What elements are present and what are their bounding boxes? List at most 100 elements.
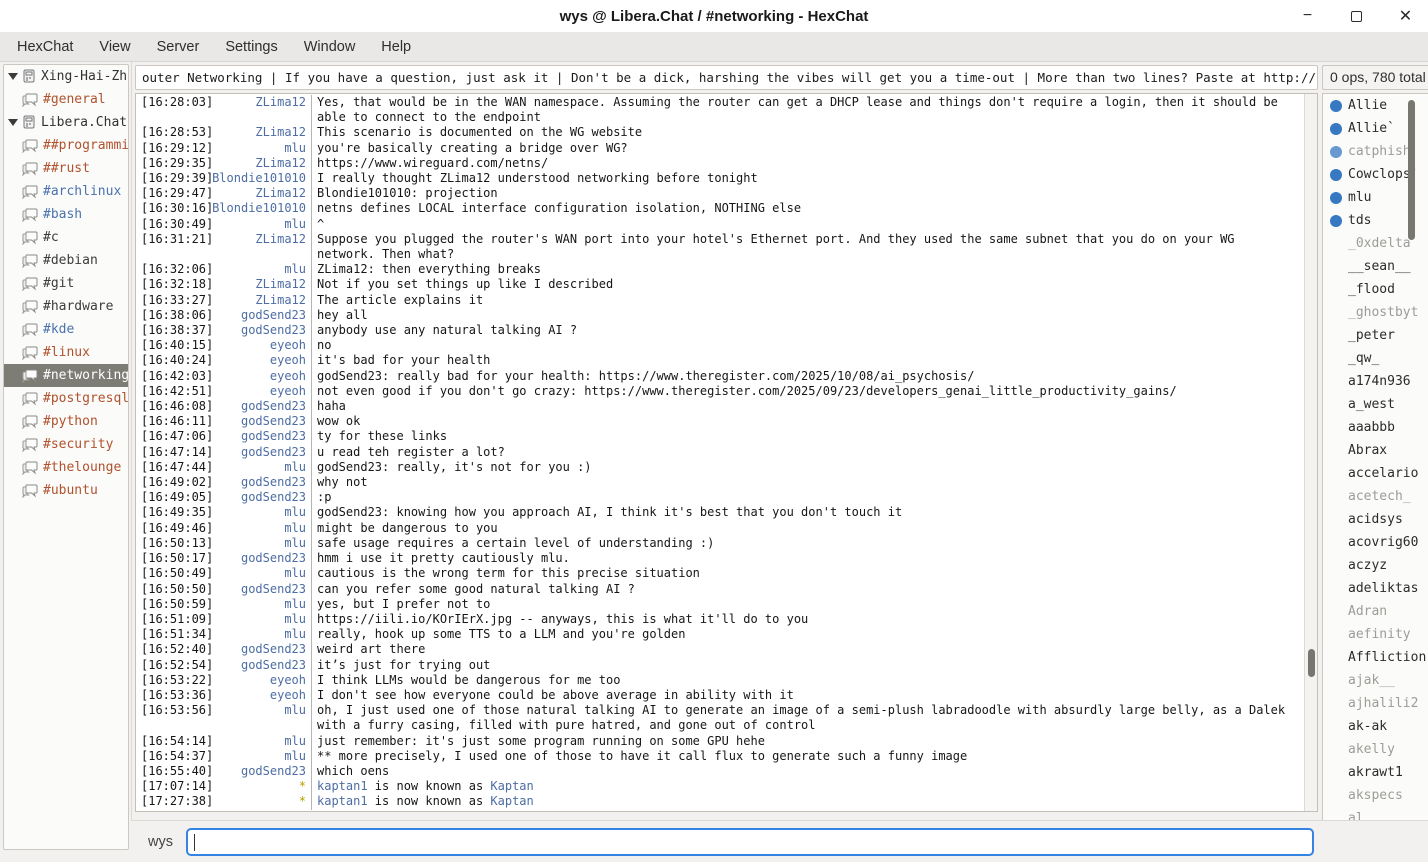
channel-icon (22, 438, 38, 452)
chat-line: [16:42:03]eyeohgodSend23: really bad for… (136, 369, 1304, 384)
tree-channel-general[interactable]: #general (4, 88, 128, 111)
tree-channel-python[interactable]: #python (4, 410, 128, 433)
tree-channel-git[interactable]: #git (4, 272, 128, 295)
tree-channel-rust[interactable]: ##rust (4, 157, 128, 180)
chat-message: hey all (311, 308, 1304, 323)
channel-name: #c (43, 230, 59, 245)
message-input[interactable] (186, 828, 1314, 856)
user-list-scrollbar[interactable] (1406, 94, 1417, 841)
tree-channel-postgresql[interactable]: #postgresql (4, 387, 128, 410)
menu-view[interactable]: View (86, 32, 143, 62)
chat-timestamp: [16:29:12] (136, 141, 212, 156)
pane-separator[interactable] (131, 62, 132, 820)
chat-line: [16:54:37]mlu** more precisely, I used o… (136, 749, 1304, 764)
tree-channel-debian[interactable]: #debian (4, 249, 128, 272)
topic-bar[interactable]: outer Networking | If you have a questio… (135, 65, 1318, 90)
chat-message: no (311, 338, 1304, 353)
menu-server[interactable]: Server (144, 32, 213, 62)
maximize-icon[interactable] (1348, 8, 1365, 25)
chat-scrollbar[interactable] (1304, 94, 1317, 811)
expander-icon[interactable] (8, 73, 18, 80)
user-nick: akspecs (1348, 788, 1403, 803)
chat-message: :p (311, 490, 1304, 505)
menu-window[interactable]: Window (291, 32, 369, 62)
chat-nick: mlu (212, 597, 311, 612)
chat-nick: eyeoh (212, 673, 311, 688)
chat-timestamp: [17:27:38] (136, 794, 212, 809)
tree-channel-kde[interactable]: #kde (4, 318, 128, 341)
chat-line: [16:49:05]godSend23:p (136, 490, 1304, 505)
user-nick: a_west (1348, 397, 1395, 412)
chat-timestamp: [16:29:35] (136, 156, 212, 171)
minimize-icon[interactable]: − (1299, 8, 1316, 25)
tree-channel-hardware[interactable]: #hardware (4, 295, 128, 318)
user-list-scrollbar-thumb[interactable] (1408, 100, 1415, 240)
chat-message: safe usage requires a certain level of u… (311, 536, 1304, 551)
tree-channel-c[interactable]: #c (4, 226, 128, 249)
tree-channel-bash[interactable]: #bash (4, 203, 128, 226)
user-status-dot-icon (1330, 169, 1342, 181)
menu-help[interactable]: Help (368, 32, 424, 62)
chat-nick: eyeoh (212, 353, 311, 368)
channel-name: ##programming (43, 138, 128, 153)
chat-line: [16:47:06]godSend23ty for these links (136, 429, 1304, 444)
chat-timestamp: [16:42:51] (136, 384, 212, 399)
chat-timestamp: [16:47:06] (136, 429, 212, 444)
tree-channel-linux[interactable]: #linux (4, 341, 128, 364)
tree-server-libera.chat[interactable]: Libera.Chat (4, 111, 128, 134)
chat-line: [16:53:56]mluoh, I just used one of thos… (136, 703, 1304, 733)
tree-channel-ubuntu[interactable]: #ubuntu (4, 479, 128, 502)
close-icon[interactable]: ✕ (1397, 8, 1414, 25)
channel-icon (22, 369, 38, 383)
user-nick: __sean__ (1348, 259, 1411, 274)
user-nick: _flood (1348, 282, 1395, 297)
chat-message: yes, but I prefer not to (311, 597, 1304, 612)
chat-timestamp: [16:46:08] (136, 399, 212, 414)
chat-message: just remember: it's just some program ru… (311, 734, 1304, 749)
chat-line: [16:40:15]eyeohno (136, 338, 1304, 353)
channel-icon (22, 185, 38, 199)
user-status-dot-icon (1330, 192, 1342, 204)
chat-line: [16:28:03]ZLima12Yes, that would be in t… (136, 95, 1304, 125)
chat-line: [16:30:16]Blondie101010netns defines LOC… (136, 201, 1304, 216)
chat-nick: * (212, 794, 311, 809)
chat-timestamp: [16:50:17] (136, 551, 212, 566)
chat-scrollbar-thumb[interactable] (1308, 649, 1315, 677)
chat-timestamp: [16:47:44] (136, 460, 212, 475)
chat-nick: godSend23 (212, 642, 311, 657)
chat-line: [16:33:27]ZLima12The article explains it (136, 293, 1304, 308)
chat-timestamp: [16:53:22] (136, 673, 212, 688)
user-nick: akelly (1348, 742, 1395, 757)
chat-message: you're basically creating a bridge over … (311, 141, 1304, 156)
chat-line: [16:52:40]godSend23weird art there (136, 642, 1304, 657)
chat-message: it's bad for your health (311, 353, 1304, 368)
tree-channel-networking[interactable]: #networking (4, 364, 128, 387)
chat-message: can you refer some good natural talking … (311, 582, 1304, 597)
menu-hexchat[interactable]: HexChat (4, 32, 86, 62)
chat-line: [16:49:02]godSend23why not (136, 475, 1304, 490)
tree-channel-security[interactable]: #security (4, 433, 128, 456)
chat-message: might be dangerous to you (311, 521, 1304, 536)
tree-server-xing-hai-zhan[interactable]: Xing-Hai-Zhan (4, 65, 128, 88)
channel-icon (22, 162, 38, 176)
chat-timestamp: [16:50:13] (136, 536, 212, 551)
chat-line: [16:51:09]mluhttps://iili.io/KOrIErX.jpg… (136, 612, 1304, 627)
channel-icon (22, 139, 38, 153)
user-nick: _peter (1348, 328, 1395, 343)
menu-settings[interactable]: Settings (212, 32, 290, 62)
chat-nick: godSend23 (212, 764, 311, 779)
tree-channel-archlinux[interactable]: #archlinux (4, 180, 128, 203)
channel-name: #general (43, 92, 106, 107)
chat-timestamp: [16:29:47] (136, 186, 212, 201)
tree-channel-thelounge[interactable]: #thelounge (4, 456, 128, 479)
user-nick: Abrax (1348, 443, 1387, 458)
chat-timestamp: [16:54:14] (136, 734, 212, 749)
user-status-dot-icon (1330, 215, 1342, 227)
nick-reference: Kaptan (490, 779, 533, 793)
chat-nick: mlu (212, 217, 311, 232)
expander-icon[interactable] (8, 119, 18, 126)
chat-timestamp: [16:55:40] (136, 764, 212, 779)
chat-line: [17:07:14]*kaptan1 is now known as Kapta… (136, 779, 1304, 794)
chat-message: it’s just for trying out (311, 658, 1304, 673)
tree-channel-programming[interactable]: ##programming (4, 134, 128, 157)
